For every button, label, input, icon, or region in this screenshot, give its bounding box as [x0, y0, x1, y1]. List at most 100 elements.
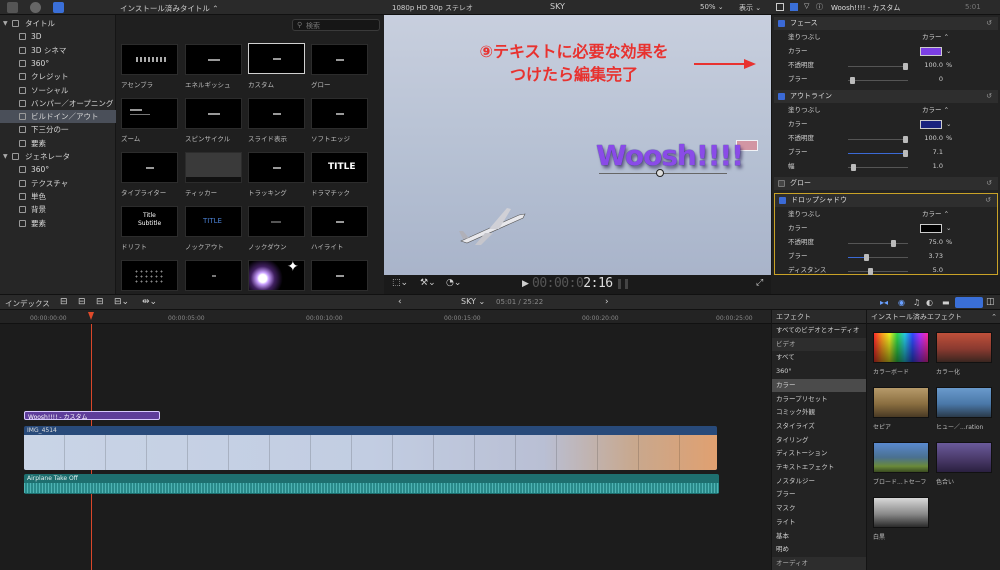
face-color-swatch[interactable]: [920, 47, 942, 56]
effect-thumb-sepia[interactable]: [873, 387, 929, 418]
outline-blur-slider[interactable]: [848, 150, 908, 157]
index-button[interactable]: インデックス: [5, 298, 50, 309]
fill-type-menu[interactable]: カラー ⌃: [922, 104, 949, 117]
chevron-down-icon[interactable]: ⌃: [991, 310, 997, 324]
shadow-opacity-slider[interactable]: [848, 240, 908, 247]
title-thumb-assembler[interactable]: [121, 44, 178, 75]
shadow-blur-value[interactable]: 3.73: [923, 250, 943, 263]
face-opacity-slider[interactable]: [848, 63, 908, 70]
timeline-area[interactable]: Woosh!!!! - カスタム IMG_4514 Airplane Take …: [0, 324, 771, 570]
face-section-header[interactable]: フェース ↺: [774, 17, 998, 30]
title-thumb-spin-cycle[interactable]: [185, 98, 242, 129]
sidebar-item-gen-elements[interactable]: 要素: [0, 217, 116, 230]
title-thumb-custom[interactable]: [248, 43, 305, 74]
sidebar-item-generators[interactable]: ▼ ジェネレータ: [0, 150, 116, 163]
sidebar-item-backgrounds[interactable]: 背景: [0, 203, 116, 216]
outline-section-header[interactable]: アウトライン ↺: [774, 90, 998, 103]
outline-opacity-value[interactable]: 100.0: [923, 132, 943, 145]
effects-browser-icon[interactable]: ◫: [986, 297, 995, 307]
title-thumb-zoom[interactable]: [121, 98, 178, 129]
clip-appearance-icon[interactable]: [955, 297, 983, 308]
enhance-icon[interactable]: ⚒⌄: [420, 278, 436, 288]
fill-type-menu[interactable]: カラー ⌃: [922, 208, 949, 221]
sidebar-item-gen-360[interactable]: 360°: [0, 163, 116, 176]
title-thumb-dramatic[interactable]: TITLE: [311, 152, 368, 183]
libraries-icon[interactable]: [7, 2, 18, 13]
title-thumb-highlight[interactable]: [311, 206, 368, 237]
effect-thumb-color-board[interactable]: [873, 332, 929, 363]
outline-opacity-slider[interactable]: [848, 136, 908, 143]
sidebar-item-credits[interactable]: クレジット: [0, 70, 116, 83]
chevron-down-icon[interactable]: ⌄: [946, 222, 951, 235]
sidebar-item-360[interactable]: 360°: [0, 57, 116, 70]
titles-generators-icon[interactable]: [53, 2, 64, 13]
slider-knob[interactable]: [903, 150, 908, 157]
glow-checkbox[interactable]: [778, 180, 785, 187]
title-thumb-energetic[interactable]: [185, 44, 242, 75]
timeline-ruler[interactable]: 00:00:00:00 00:00:05:00 00:00:10:00 00:0…: [0, 310, 771, 324]
disclosure-icon[interactable]: ▼: [3, 17, 8, 30]
slider-knob[interactable]: [851, 164, 856, 171]
audio-skimming-icon[interactable]: ♫: [913, 298, 920, 307]
outline-width-value[interactable]: 1.0: [923, 160, 943, 173]
connect-clip-icon[interactable]: ⊟: [60, 297, 68, 307]
slider-knob[interactable]: [891, 240, 896, 247]
outline-checkbox[interactable]: [778, 93, 785, 100]
effects-category-item[interactable]: ノスタルジー: [772, 475, 867, 489]
effect-thumb-broadcast-safe[interactable]: [873, 442, 929, 473]
effects-category-item[interactable]: マスク: [772, 502, 867, 516]
video-clip[interactable]: IMG_4514: [24, 426, 717, 470]
title-thumb-dots[interactable]: [185, 260, 242, 291]
effects-category-item[interactable]: コミック外観: [772, 406, 867, 420]
shadow-color-swatch[interactable]: [920, 224, 942, 233]
search-input[interactable]: ⚲ 検索: [292, 19, 380, 31]
shadow-blur-slider[interactable]: [848, 254, 908, 261]
reset-icon[interactable]: ↺: [986, 17, 992, 30]
sidebar-item-build-in-out[interactable]: ビルドイン／アウト: [0, 110, 116, 124]
shadow-opacity-value[interactable]: 75.0: [923, 236, 943, 249]
effects-category-item[interactable]: ブラー: [772, 488, 867, 502]
title-thumb-sparkle[interactable]: ✦: [248, 259, 305, 291]
sidebar-item-solids[interactable]: 単色: [0, 190, 116, 203]
effects-category-item[interactable]: ディストーション: [772, 447, 867, 461]
effect-thumb-colorize[interactable]: [936, 332, 992, 363]
clip-skimming-icon[interactable]: ◉: [898, 298, 905, 307]
effects-category-item[interactable]: すべて: [772, 351, 867, 365]
overwrite-clip-icon[interactable]: ⊟⌄: [114, 297, 129, 307]
transform-icon[interactable]: ⬚⌄: [392, 278, 408, 288]
fill-type-menu[interactable]: カラー ⌃: [922, 31, 949, 44]
sidebar-item-3d[interactable]: 3D: [0, 30, 116, 43]
face-blur-value[interactable]: 0: [923, 73, 943, 86]
text-inspector-icon[interactable]: [790, 3, 798, 11]
viewer-canvas[interactable]: ⑨テキストに必要な効果を つけたら編集完了 Woosh!!!!: [384, 15, 771, 275]
sidebar-item-lower-thirds[interactable]: 下三分の一: [0, 123, 116, 136]
zoom-menu[interactable]: 50% ⌄: [700, 3, 724, 11]
face-blur-slider[interactable]: [848, 77, 908, 84]
tools-menu-icon[interactable]: ⇹⌄: [142, 297, 157, 307]
drop-shadow-checkbox[interactable]: [779, 197, 786, 204]
append-clip-icon[interactable]: ⊟: [96, 297, 104, 307]
title-thumb-slide-reveal[interactable]: [248, 98, 305, 129]
forward-icon[interactable]: ›: [605, 297, 609, 307]
slider-knob[interactable]: [850, 77, 855, 84]
effect-thumb-black-white[interactable]: [873, 497, 929, 528]
drop-shadow-section-header[interactable]: ドロップシャドウ ↺: [775, 194, 997, 207]
effect-thumb-hue-saturation[interactable]: [936, 387, 992, 418]
chevron-down-icon[interactable]: ⌄: [946, 118, 951, 131]
effects-category-item[interactable]: 基本: [772, 530, 867, 544]
timeline-project-menu[interactable]: SKY ⌄: [461, 297, 485, 306]
shadow-distance-value[interactable]: 5.0: [923, 264, 943, 275]
sidebar-item-bumper-opening[interactable]: バンパー／オープニング: [0, 97, 116, 110]
snapping-icon[interactable]: ▬: [942, 298, 950, 307]
audio-clip[interactable]: Airplane Take Off: [24, 474, 719, 494]
effects-category-item[interactable]: すべてのビデオとオーディオ: [772, 324, 867, 338]
sidebar-item-elements[interactable]: 要素: [0, 137, 116, 150]
effects-category-item[interactable]: テキストエフェクト: [772, 461, 867, 475]
effects-category-item[interactable]: カラープリセット: [772, 393, 867, 407]
effect-thumb-tint[interactable]: [936, 442, 992, 473]
title-thumb-ticker[interactable]: [185, 152, 242, 183]
sidebar-item-social[interactable]: ソーシャル: [0, 84, 116, 97]
face-checkbox[interactable]: [778, 20, 785, 27]
speed-icon[interactable]: ◔⌄: [446, 278, 461, 288]
playhead-icon[interactable]: [88, 312, 94, 320]
